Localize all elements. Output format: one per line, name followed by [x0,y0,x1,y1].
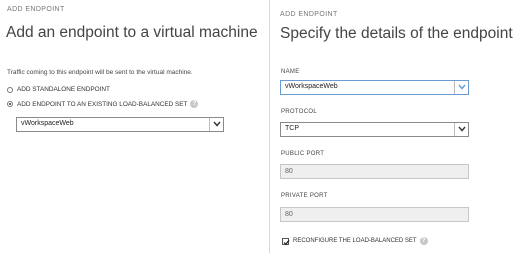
public-port-value: 80 [285,168,293,175]
help-icon[interactable]: ? [419,237,428,245]
radio-button-checked[interactable] [7,101,13,107]
name-field[interactable]: vWorkspaceWeb [280,80,469,95]
name-label: NAME [281,69,300,75]
private-port-value: 80 [285,211,293,218]
left-title: Add an endpoint to a virtual machine [6,24,258,41]
load-balanced-set-select[interactable]: vWorkspaceWeb [16,117,224,132]
reconfigure-load-balanced-set-checkbox[interactable]: RECONFIGURE THE LOAD-BALANCED SET ? [282,237,428,245]
left-eyebrow: ADD ENDPOINT [7,6,65,13]
right-title: Specify the details of the endpoint [280,25,513,42]
radio-button[interactable] [7,86,13,93]
protocol-label: PROTOCOL [281,109,317,115]
private-port-label: PRIVATE PORT [281,193,328,199]
public-port-label: PUBLIC PORT [281,151,325,157]
checkbox-checked[interactable] [282,237,290,245]
help-icon[interactable]: ? [190,100,199,108]
radio-existing-load-balanced-set[interactable]: ADD ENDPOINT TO AN EXISTING LOAD-BALANCE… [7,100,199,108]
protocol-value: TCP [285,125,299,132]
right-eyebrow: ADD ENDPOINT [280,11,338,18]
public-port-input[interactable]: 80 [280,164,469,179]
radio-label-standalone: ADD STANDALONE ENDPOINT [17,86,110,93]
left-panel: ADD ENDPOINT Add an endpoint to a virtua… [0,0,267,253]
chevron-down-icon[interactable] [454,123,468,136]
chevron-down-icon[interactable] [454,81,468,94]
reconfigure-label: RECONFIGURE THE LOAD-BALANCED SET [293,238,417,244]
load-balanced-set-value: vWorkspaceWeb [21,120,74,127]
protocol-select[interactable]: TCP [280,122,469,137]
radio-standalone-endpoint[interactable]: ADD STANDALONE ENDPOINT [7,86,110,93]
radio-label-existing-set: ADD ENDPOINT TO AN EXISTING LOAD-BALANCE… [17,100,188,108]
private-port-input[interactable]: 80 [280,207,469,222]
right-panel: ADD ENDPOINT Specify the details of the … [269,0,523,253]
chevron-down-icon[interactable] [209,118,223,131]
name-value: vWorkspaceWeb [285,83,338,90]
left-description: Traffic coming to this endpoint will be … [7,69,193,76]
